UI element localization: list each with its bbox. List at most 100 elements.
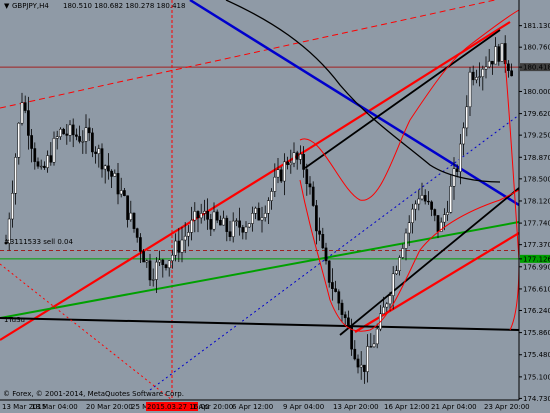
candle-bear: [507, 63, 510, 71]
candle-bull: [459, 143, 462, 172]
price-tick-label: 175.100: [523, 373, 550, 381]
candle-bull: [487, 60, 491, 68]
candle-bull: [180, 239, 184, 253]
candle-bear: [318, 230, 321, 235]
candle-bear: [430, 201, 433, 210]
dropdown-triangle-icon[interactable]: ▼: [4, 2, 10, 10]
price-tick-label: 176.610: [523, 285, 550, 293]
candle-bear: [30, 135, 33, 149]
candle-bull: [145, 260, 149, 263]
candle-bull: [14, 157, 17, 194]
time-tick-label: 21 Apr 04:00: [431, 403, 477, 411]
candle-bull: [235, 220, 238, 222]
price-tick-label: 178.120: [523, 197, 550, 205]
time-tick-label: 13 Apr 20:00: [333, 403, 379, 411]
candle-bull: [174, 240, 177, 256]
candle-bull: [395, 270, 398, 275]
candle-bear: [433, 209, 437, 216]
blue-dotted-trendline: [149, 114, 520, 391]
candle-bear: [225, 217, 229, 232]
candle-bear: [369, 346, 373, 348]
candle-bear: [295, 152, 299, 160]
candle-bull: [222, 217, 225, 226]
candle-bull: [372, 343, 376, 348]
time-tick-label: 18 Mar 04:00: [31, 403, 78, 411]
time-tick-label: 9 Apr 04:00: [283, 403, 324, 411]
candle-bull: [375, 328, 379, 345]
envelope-upper-curve: [299, 9, 520, 201]
candle-bull: [231, 220, 235, 237]
candle-bear: [497, 46, 501, 62]
price-tick-label: 181.130: [523, 22, 550, 30]
candle-bear: [308, 183, 312, 188]
candle-bull: [468, 71, 472, 108]
candle-bull: [68, 124, 72, 136]
price-tick-label: 177.370: [523, 241, 550, 249]
candle-bull: [46, 155, 49, 168]
candle-bear: [196, 211, 200, 219]
candle-bull: [260, 217, 264, 221]
candle-bull: [52, 138, 56, 163]
candle-bear: [100, 148, 104, 170]
candle-bull: [103, 165, 107, 170]
black-trendline-lower: [339, 187, 520, 336]
candle-bear: [356, 358, 360, 368]
price-tick-label: 177.126: [523, 255, 550, 263]
candle-bull: [11, 192, 14, 220]
candle-bull: [475, 77, 478, 81]
candle-bull: [20, 102, 24, 124]
green-trendline: [0, 221, 520, 319]
candle-bull: [270, 191, 273, 201]
candle-bear: [241, 227, 245, 233]
candle-bear: [340, 302, 344, 315]
candle-bull: [382, 306, 385, 315]
candle-bear: [347, 317, 350, 327]
candle-bear: [126, 195, 129, 220]
candle-bull: [167, 260, 171, 269]
candle-bear: [238, 220, 241, 228]
candle-bear: [337, 291, 341, 304]
price-chart[interactable]: ▼ GBPJPY,H4 180.510 180.682 180.278 180.…: [0, 0, 550, 413]
candle-bull: [17, 122, 21, 158]
candle-bull: [97, 148, 101, 154]
chart-window[interactable]: ▼ GBPJPY,H4 180.510 180.682 180.278 180.…: [0, 0, 550, 413]
candle-bull: [59, 128, 62, 137]
candle-bull: [273, 176, 277, 192]
candle-bear: [311, 186, 315, 206]
candle-bull: [401, 248, 405, 258]
candle-bull: [155, 261, 158, 280]
candle-bear: [94, 151, 97, 154]
candle-bear: [471, 71, 475, 81]
candle-bull: [199, 213, 203, 219]
candle-bull: [151, 279, 155, 281]
candle-bull: [289, 162, 293, 166]
candle-bull: [299, 153, 302, 160]
candle-bull: [366, 346, 369, 372]
candle-bear: [219, 219, 222, 226]
candle-bull: [292, 152, 296, 164]
candle-bull: [129, 212, 133, 220]
candle-bear: [65, 133, 69, 136]
candle-bear: [161, 259, 165, 265]
candle-bear: [43, 165, 46, 168]
price-tick-label: 180.760: [523, 44, 550, 52]
candle-bear: [23, 102, 27, 111]
candle-bull: [283, 161, 286, 182]
candle-bear: [363, 364, 366, 372]
candle-bull: [404, 232, 408, 249]
price-tick-label: 177.740: [523, 220, 550, 228]
candle-bear: [215, 211, 219, 221]
candle-bull: [481, 68, 485, 77]
candle-bull: [414, 203, 417, 210]
price-tick-label: 175.860: [523, 329, 550, 337]
red-dotted-line: [0, 263, 173, 401]
candle-bear: [324, 247, 328, 262]
candle-bull: [391, 273, 395, 296]
candle-bear: [305, 169, 309, 185]
candle-bear: [110, 170, 113, 177]
candle-bear: [491, 60, 494, 65]
price-tick-label: 178.500: [523, 175, 550, 183]
candle-bear: [302, 153, 305, 170]
candle-bear: [123, 190, 126, 196]
black-support-line: [0, 317, 520, 331]
